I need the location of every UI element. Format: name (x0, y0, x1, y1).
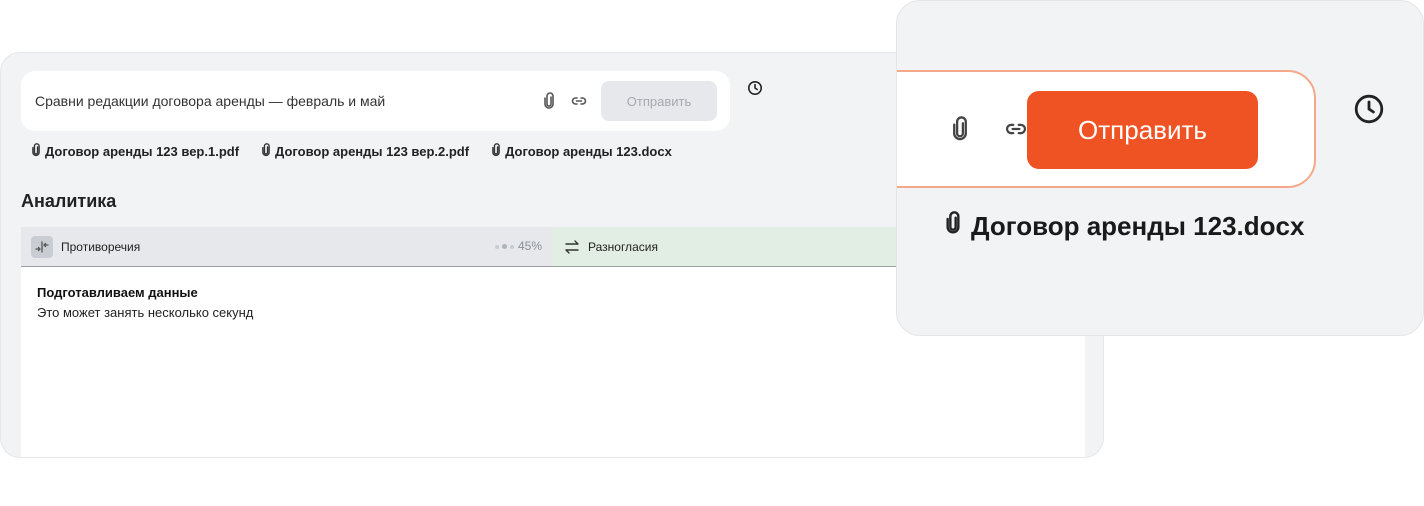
send-button-zoomed[interactable]: Отправить (1027, 91, 1258, 169)
tab-contradictions[interactable]: Противоречия 45% (21, 227, 552, 266)
query-input-box[interactable]: Сравни редакции договора аренды — феврал… (21, 71, 730, 131)
link-icon[interactable] (1003, 118, 1029, 140)
paperclip-icon (491, 143, 501, 160)
attachments-list: Договор аренды 123 вер.1.pdf Договор аре… (31, 143, 672, 160)
zoom-input-box[interactable]: Отправить (897, 70, 1316, 188)
paperclip-icon (261, 143, 271, 160)
loading-dots (494, 244, 514, 249)
tab-label: Противоречия (61, 239, 141, 254)
loading-title: Подготавливаем данные (37, 285, 198, 300)
attachment-name: Договор аренды 123.docx (505, 144, 672, 159)
attachment-name: Договор аренды 123.docx (971, 211, 1305, 241)
progress-indicator: 45% (494, 227, 542, 266)
contradiction-icon (31, 235, 53, 258)
attachment-chip[interactable]: Договор аренды 123 вер.1.pdf (31, 143, 239, 160)
swap-icon (564, 239, 580, 254)
paperclip-icon[interactable] (543, 92, 555, 110)
clock-icon[interactable] (747, 80, 763, 101)
paperclip-icon (31, 143, 41, 160)
clock-icon[interactable] (1353, 93, 1385, 130)
attachment-name: Договор аренды 123 вер.2.pdf (275, 144, 470, 159)
loading-subtitle: Это может занять несколько секунд (37, 305, 254, 320)
tab-label: Разногласия (588, 239, 658, 254)
paperclip-icon (945, 211, 961, 242)
link-icon[interactable] (571, 93, 587, 109)
paperclip-icon[interactable] (951, 116, 969, 142)
section-title: Аналитика (21, 191, 117, 211)
attachment-chip-zoomed[interactable]: Договор аренды 123.docx (945, 211, 1304, 242)
attachment-name: Договор аренды 123 вер.1.pdf (45, 144, 240, 159)
attachment-chip[interactable]: Договор аренды 123 вер.2.pdf (261, 143, 469, 160)
query-input[interactable]: Сравни редакции договора аренды — феврал… (35, 71, 385, 131)
attachment-chip[interactable]: Договор аренды 123.docx (491, 143, 672, 160)
zoom-callout: Отправить Договор аренды 123.docx (896, 0, 1424, 336)
progress-percent: 45% (517, 239, 542, 253)
send-button[interactable]: Отправить (601, 81, 717, 121)
